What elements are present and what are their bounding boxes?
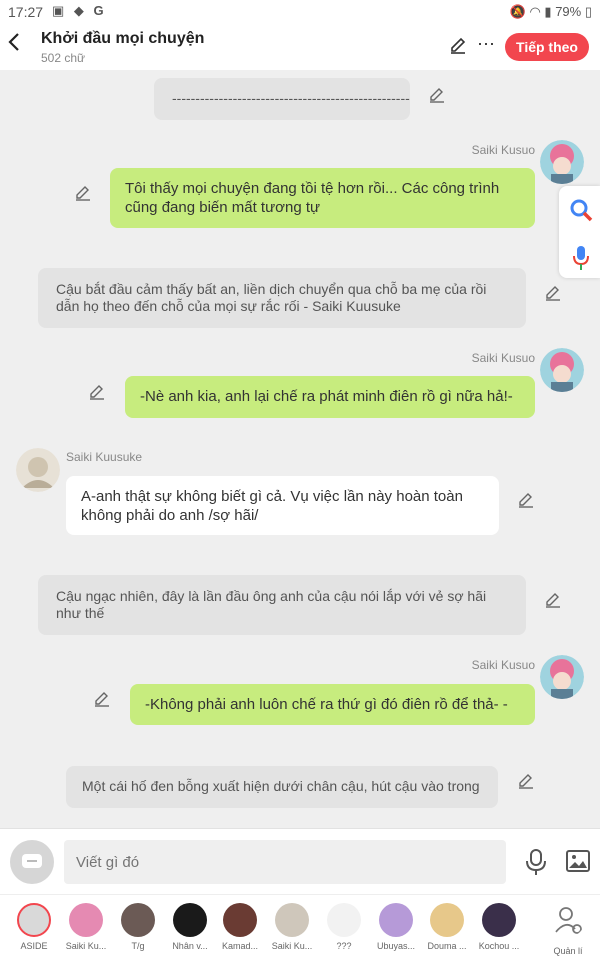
- message-bubble[interactable]: Tôi thấy mọi chuyện đang tồi tệ hơn rồi.…: [110, 168, 535, 228]
- character-label: Kochou ...: [478, 941, 520, 951]
- character-item[interactable]: T/g: [112, 903, 164, 951]
- wifi-icon: ◠: [529, 4, 541, 19]
- edit-message-icon[interactable]: [93, 690, 111, 708]
- message-bubble[interactable]: -Nè anh kia, anh lại chế ra phát minh đi…: [125, 376, 535, 418]
- character-label: ???: [336, 941, 352, 951]
- more-icon[interactable]: ⋯: [477, 34, 495, 55]
- avatar: [379, 903, 413, 937]
- sender-name: Saiki Kusuo: [471, 143, 535, 157]
- google-floating-toolbar: [559, 186, 600, 278]
- avatar: [482, 903, 516, 937]
- sender-name: Saiki Kusuo: [471, 351, 535, 365]
- character-bar: ASIDE Saiki Ku... T/g Nhân v... Kamad...…: [0, 894, 600, 961]
- edit-message-icon[interactable]: [544, 284, 562, 302]
- character-label: Ubuyas...: [376, 941, 416, 951]
- avatar: [430, 903, 464, 937]
- character-item[interactable]: Kochou ...: [473, 903, 525, 951]
- character-item[interactable]: Saiki Ku...: [266, 903, 318, 951]
- edit-message-icon[interactable]: [428, 86, 446, 104]
- character-label: Douma ...: [427, 941, 467, 951]
- aside-icon: [17, 903, 51, 937]
- character-item[interactable]: Kamad...: [214, 903, 266, 951]
- character-item[interactable]: ???: [318, 903, 370, 951]
- notification-icons: ▣ ◆ G: [52, 3, 107, 18]
- character-label: ASIDE: [20, 941, 48, 951]
- edit-message-icon[interactable]: [544, 591, 562, 609]
- avatar: [69, 903, 103, 937]
- character-label: Nhân v...: [172, 941, 208, 951]
- battery-level: 79%: [555, 4, 582, 19]
- character-aside[interactable]: ASIDE: [8, 903, 60, 951]
- mute-icon: 🔕: [509, 4, 526, 19]
- word-count: 502 chữ: [41, 51, 86, 65]
- manage-icon: [554, 907, 582, 934]
- narration-bubble[interactable]: Một cái hố đen bỗng xuất hiện dưới chân …: [66, 766, 498, 808]
- search-icon[interactable]: [569, 198, 593, 222]
- character-item[interactable]: Ubuyas...: [370, 903, 422, 951]
- battery-icon: ▯: [584, 4, 592, 19]
- page-title: Khởi đầu mọi chuyện: [41, 30, 205, 47]
- signal-icon: ▮: [544, 4, 552, 19]
- message-bubble[interactable]: A-anh thật sự không biết gì cả. Vụ việc …: [66, 476, 499, 535]
- voice-search-icon[interactable]: [571, 244, 591, 272]
- character-label: Saiki Ku...: [271, 941, 313, 951]
- edit-icon[interactable]: [449, 36, 469, 56]
- composer: [0, 828, 600, 895]
- chat-area[interactable]: ----------------------------------------…: [0, 70, 600, 828]
- narration-bubble[interactable]: Cậu bắt đầu cảm thấy bất an, liền dịch c…: [38, 268, 526, 328]
- character-item[interactable]: Nhân v...: [164, 903, 216, 951]
- narration-bubble[interactable]: Cậu ngạc nhiên, đây là lần đầu ông anh c…: [38, 575, 526, 635]
- avatar: [223, 903, 257, 937]
- character-label: T/g: [131, 941, 145, 951]
- header: Khởi đầu mọi chuyện 502 chữ ⋯ Tiếp theo: [0, 24, 600, 70]
- narration-bubble[interactable]: ----------------------------------------…: [154, 78, 410, 120]
- message-input[interactable]: [64, 840, 506, 884]
- sender-name: Saiki Kusuo: [471, 658, 535, 672]
- status-right: 🔕 ◠ ▮ 79% ▯: [510, 4, 592, 20]
- character-item[interactable]: Saiki Ku...: [60, 903, 112, 951]
- next-button[interactable]: Tiếp theo: [505, 33, 589, 61]
- character-label: Quản lí: [553, 946, 583, 956]
- avatar[interactable]: [540, 655, 584, 699]
- back-icon[interactable]: [8, 32, 28, 58]
- status-bar: 17:27 ▣ ◆ G 🔕 ◠ ▮ 79% ▯: [0, 0, 600, 24]
- status-time: 17:27: [8, 4, 44, 20]
- chat-icon: [22, 854, 42, 868]
- edit-message-icon[interactable]: [517, 772, 535, 790]
- avatar: [275, 903, 309, 937]
- microphone-icon[interactable]: [525, 848, 547, 876]
- edit-message-icon[interactable]: [88, 383, 106, 401]
- character-item[interactable]: Douma ...: [421, 903, 473, 951]
- sender-name: Saiki Kuusuke: [66, 450, 143, 464]
- edit-message-icon[interactable]: [74, 184, 92, 202]
- edit-message-icon[interactable]: [517, 491, 535, 509]
- avatar[interactable]: [540, 140, 584, 184]
- avatar: [173, 903, 207, 937]
- avatar[interactable]: [16, 448, 60, 492]
- avatar: [121, 903, 155, 937]
- image-icon[interactable]: [566, 850, 590, 872]
- character-label: Saiki Ku...: [65, 941, 107, 951]
- character-label: Kamad...: [221, 941, 259, 951]
- message-bubble[interactable]: -Không phải anh luôn chế ra thứ gì đó đi…: [130, 684, 535, 725]
- avatar[interactable]: [540, 348, 584, 392]
- character-select-button[interactable]: [10, 840, 54, 884]
- avatar: [327, 903, 361, 937]
- manage-characters-button[interactable]: Quản lí: [542, 903, 594, 956]
